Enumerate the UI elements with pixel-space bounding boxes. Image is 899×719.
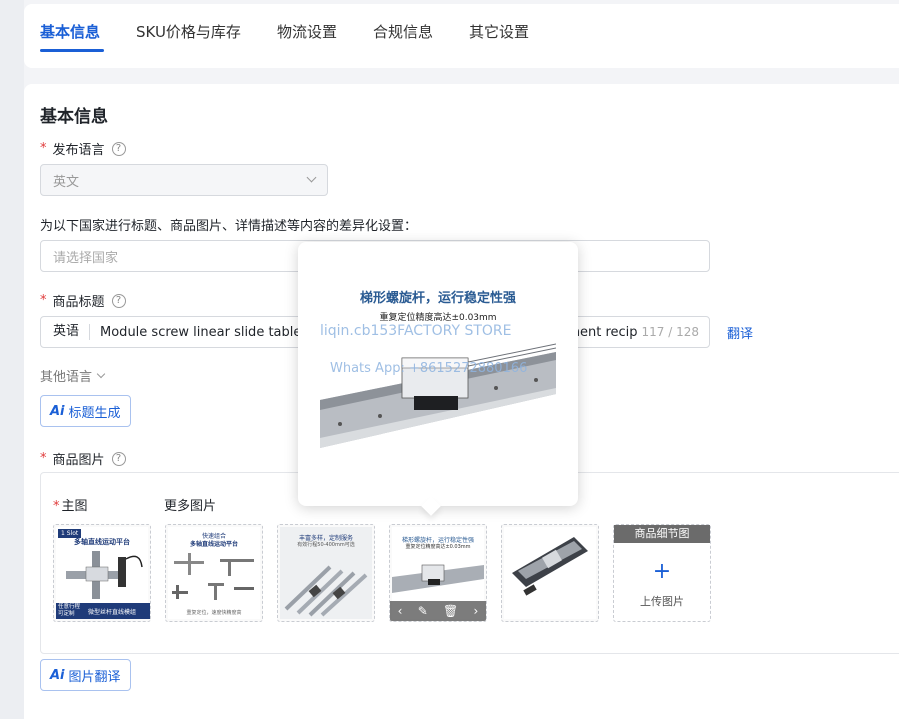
main-image-label: * 主图	[53, 495, 88, 514]
ai-icon: Ai	[50, 403, 65, 419]
tab-other-settings[interactable]: 其它设置	[469, 21, 529, 42]
image-thumb-3[interactable]: 丰富多样，定制服务 有效行程50-400mm可选	[277, 524, 375, 622]
image-thumb-4[interactable]: 梯形螺旋杆，运行稳定性强 重复定位精度高达±0.03mm ‹ ✎ 🗑 ›	[389, 524, 487, 622]
ai-icon: Ai	[50, 667, 65, 683]
thumb-footer-left: 任意行程 可定制	[58, 604, 81, 617]
thumb-title: 多轴直线运动平台	[74, 538, 130, 546]
tab-bar: 基本信息 SKU价格与库存 物流设置 合规信息 其它设置	[24, 4, 899, 68]
publish-language-value: 英文	[53, 174, 80, 190]
thumb-footer: 重复定位，速度快精度高	[186, 610, 242, 616]
upload-image-button[interactable]: 商品细节图 + 上传图片	[613, 524, 711, 622]
product-photo-icon	[66, 551, 143, 599]
title-language: 英语	[41, 324, 91, 340]
active-tab-indicator	[40, 49, 104, 52]
edit-icon[interactable]: ✎	[418, 604, 428, 618]
chevron-down-icon	[306, 172, 317, 183]
image-thumb-5[interactable]	[501, 524, 599, 622]
tab-sku-price-stock[interactable]: SKU价格与库存	[136, 21, 241, 42]
thumb-image: 丰富多样，定制服务 有效行程50-400mm可选	[280, 527, 372, 619]
publish-language-select[interactable]: 英文	[40, 164, 328, 196]
publish-language-text: 发布语言	[52, 143, 105, 158]
product-title-label: * 商品标题 ?	[40, 291, 126, 310]
required-mark: *	[40, 293, 47, 308]
thumb-subtitle: 重复定位精度高达±0.03mm	[405, 544, 471, 550]
preview-title: 梯形螺旋杆，运行稳定性强	[359, 291, 516, 306]
other-language-label: 其他语言	[40, 370, 93, 385]
image-thumb-1[interactable]: 1 Slot 多轴直线运动平台 任意行程 可定制 微型丝杆直线模组	[53, 524, 151, 622]
required-mark: *	[53, 499, 60, 514]
image-thumb-2[interactable]: 快速组合 多轴直线运动平台 重复定位，速度快精度高	[165, 524, 263, 622]
translate-link[interactable]: 翻译	[727, 323, 753, 342]
ai-image-translate-button[interactable]: Ai 图片翻译	[40, 659, 131, 691]
ai-title-label: 标题生成	[68, 405, 121, 421]
image-preview-popover: 梯形螺旋杆，运行稳定性强 重复定位精度高达±0.03mm liqin.cb153…	[298, 242, 578, 516]
help-icon[interactable]: ?	[111, 293, 126, 308]
left-gutter	[0, 0, 24, 719]
detail-image-header: 商品细节图	[614, 525, 710, 543]
product-images-label: * 商品图片 ?	[40, 449, 126, 468]
product-images-text: 商品图片	[52, 453, 105, 468]
product-photo-icon	[172, 553, 254, 600]
product-photo-icon	[512, 537, 588, 596]
publish-language-label: * 发布语言 ?	[40, 139, 126, 158]
chevron-down-icon	[96, 369, 106, 379]
thumb-image: 1 Slot 多轴直线运动平台 任意行程 可定制 微型丝杆直线模组	[56, 527, 150, 619]
thumb-footer-right: 微型丝杆直线模组	[88, 609, 137, 616]
thumb-subtitle: 多轴直线运动平台	[189, 541, 238, 548]
thumb-image	[504, 527, 596, 619]
thumb-footer: 任意行程 可定制 微型丝杆直线模组	[56, 603, 150, 619]
watermark-store: liqin.cb153FACTORY STORE	[320, 323, 512, 339]
product-photo-icon	[284, 565, 368, 617]
more-images-label: 更多图片	[164, 499, 217, 514]
help-icon[interactable]: ?	[111, 451, 126, 466]
help-icon[interactable]: ?	[111, 141, 126, 156]
tab-compliance[interactable]: 合规信息	[373, 21, 433, 42]
thumb-subtitle: 有效行程50-400mm可选	[297, 542, 355, 548]
country-setting-label: 为以下国家进行标题、商品图片、详情描述等内容的差异化设置：	[40, 219, 418, 234]
required-mark: *	[40, 451, 47, 466]
delete-icon[interactable]: 🗑	[443, 604, 458, 618]
product-photo-icon	[392, 564, 484, 593]
required-mark: *	[40, 141, 47, 156]
country-placeholder: 请选择国家	[53, 250, 119, 266]
upload-image-label: 上传图片	[640, 595, 684, 608]
section-title: 基本信息	[40, 107, 108, 127]
tab-logistics[interactable]: 物流设置	[277, 21, 337, 42]
preview-subtitle: 重复定位精度高达±0.03mm	[379, 313, 497, 323]
ai-title-generate-button[interactable]: Ai 标题生成	[40, 395, 131, 427]
prev-icon[interactable]: ‹	[398, 604, 403, 618]
ai-image-label: 图片翻译	[68, 669, 121, 685]
thumb-image: 快速组合 多轴直线运动平台 重复定位，速度快精度高	[168, 527, 260, 619]
tab-basic-info[interactable]: 基本信息	[40, 21, 100, 42]
next-icon[interactable]: ›	[474, 604, 479, 618]
watermark-whatsapp: Whats App: +8615272880166	[330, 361, 528, 376]
main-image-text: 主图	[61, 499, 88, 514]
linear-slide-photo	[320, 343, 556, 448]
title-counter: 117 / 128	[641, 325, 699, 339]
thumb-toolbar: ‹ ✎ 🗑 ›	[390, 601, 486, 621]
other-language-toggle[interactable]: 其他语言	[40, 366, 106, 385]
plus-icon: +	[652, 559, 672, 584]
product-title-text: 商品标题	[52, 295, 105, 310]
